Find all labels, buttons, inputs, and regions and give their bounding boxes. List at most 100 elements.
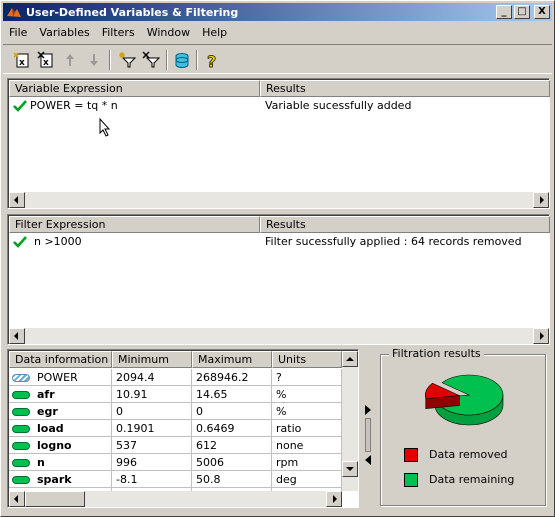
minimum-header[interactable]: Minimum <box>112 351 192 368</box>
scroll-left-button[interactable] <box>9 328 25 344</box>
menu-file[interactable]: File <box>3 26 33 39</box>
units-cell: none <box>272 437 342 454</box>
data-vertical-scrollbar[interactable] <box>342 351 358 491</box>
variable-name: load <box>37 422 64 435</box>
variable-pill-icon <box>12 374 30 382</box>
variable-name-cell: logno <box>9 437 112 454</box>
table-row[interactable]: spark -8.1 50.8 deg <box>9 471 342 488</box>
data-information-table: Data information Minimum Maximum Units P… <box>7 349 359 508</box>
toolbar-separator <box>109 50 111 70</box>
scroll-thumb[interactable] <box>25 491 85 507</box>
variable-pill-icon <box>12 459 30 467</box>
splitter-grip[interactable] <box>365 418 371 452</box>
variable-pill-icon <box>12 476 30 484</box>
variable-expression: POWER = tq * n <box>30 99 118 112</box>
toolbar-separator <box>196 50 198 70</box>
filter-expression-header[interactable]: Filter Expression <box>9 216 260 233</box>
variable-name-cell: egr <box>9 403 112 420</box>
table-row[interactable]: n 996 5006 rpm <box>9 454 342 471</box>
minimize-button[interactable]: _ <box>496 5 512 19</box>
scroll-up-button[interactable] <box>342 351 358 367</box>
variables-panel: Variable Expression Results POWER = tq *… <box>7 78 550 209</box>
splitter-right-arrow-icon[interactable] <box>365 405 371 415</box>
filter-result: Filter sucessfully applied : 64 records … <box>265 235 522 248</box>
database-icon[interactable] <box>171 49 193 71</box>
variable-name-cell: spark <box>9 471 112 488</box>
variable-pill-icon <box>12 425 30 433</box>
move-down-icon[interactable] <box>83 49 105 71</box>
new-variable-icon[interactable]: x <box>11 49 33 71</box>
minimum-cell: 10.91 <box>112 386 192 403</box>
scroll-right-button[interactable] <box>326 491 342 507</box>
table-row[interactable]: logno 537 612 none <box>9 437 342 454</box>
move-up-icon[interactable] <box>59 49 81 71</box>
minimum-cell: 0 <box>112 403 192 420</box>
maximum-cell: 0 <box>192 403 272 420</box>
variable-name: n <box>37 456 45 469</box>
title-bar[interactable]: User-Defined Variables & Filtering _ □ X <box>3 3 552 21</box>
filters-horizontal-scrollbar[interactable] <box>9 328 549 344</box>
variable-name: egr <box>37 405 58 418</box>
maximize-button[interactable]: □ <box>514 5 530 19</box>
table-row[interactable]: load 0.1901 0.6469 ratio <box>9 420 342 437</box>
maximum-cell: 50.8 <box>192 471 272 488</box>
svg-text:x: x <box>43 58 49 68</box>
data-removed-label: Data removed <box>429 448 508 461</box>
filter-results-header[interactable]: Results <box>260 216 550 233</box>
scroll-right-button[interactable] <box>533 328 549 344</box>
maximum-cell: 268946.2 <box>192 369 272 386</box>
checkmark-icon <box>13 100 27 112</box>
table-row[interactable]: afr 10.91 14.65% <box>9 386 342 403</box>
data-horizontal-scrollbar[interactable] <box>9 491 342 507</box>
panel-splitter[interactable] <box>363 348 375 508</box>
variable-name-cell: afr <box>9 386 112 403</box>
units-header[interactable]: Units <box>272 351 342 368</box>
scroll-right-button[interactable] <box>533 192 549 208</box>
units-cell: % <box>272 403 342 420</box>
close-button[interactable]: X <box>534 5 550 19</box>
variable-pill-icon <box>12 408 30 416</box>
variable-name-cell: POWER <box>9 369 112 386</box>
menu-filters[interactable]: Filters <box>96 26 141 39</box>
filters-panel: Filter Expression Results n >1000 Filter… <box>7 214 550 345</box>
menu-help[interactable]: Help <box>196 26 233 39</box>
variable-results-header[interactable]: Results <box>260 80 550 97</box>
new-filter-icon[interactable] <box>117 49 139 71</box>
data-removed-swatch <box>404 448 418 462</box>
mouse-cursor-icon <box>99 118 111 137</box>
splitter-left-arrow-icon[interactable] <box>365 455 371 465</box>
data-remaining-swatch <box>404 473 418 487</box>
delete-variable-icon[interactable]: x <box>35 49 57 71</box>
filtration-pie-chart <box>425 374 504 426</box>
variable-name: POWER <box>37 371 78 384</box>
filter-expression: n >1000 <box>34 235 82 248</box>
scroll-down-button[interactable] <box>342 461 358 477</box>
variable-name-cell: n <box>9 454 112 471</box>
data-remaining-label: Data remaining <box>429 473 515 486</box>
variables-horizontal-scrollbar[interactable] <box>9 192 549 208</box>
help-icon[interactable]: ? <box>201 49 223 72</box>
variable-result: Variable sucessfully added <box>265 99 412 112</box>
svg-text:x: x <box>19 58 25 68</box>
table-row[interactable]: egr 0 0% <box>9 403 342 420</box>
filtration-results-title: Filtration results <box>389 347 484 360</box>
delete-filter-icon[interactable] <box>141 49 163 71</box>
menu-window[interactable]: Window <box>141 26 196 39</box>
maximum-header[interactable]: Maximum <box>192 351 272 368</box>
minimum-cell: 0.1901 <box>112 420 192 437</box>
svg-text:?: ? <box>207 52 216 71</box>
toolbar: x x ? <box>3 44 552 74</box>
table-row[interactable]: POWER 2094.4 268946.2? <box>9 369 342 386</box>
variable-pill-icon <box>12 442 30 450</box>
toolbar-separator <box>166 50 168 70</box>
scroll-left-button[interactable] <box>9 192 25 208</box>
units-cell: ratio <box>272 420 342 437</box>
menu-bar: File Variables Filters Window Help <box>3 23 233 42</box>
scroll-left-button[interactable] <box>9 491 25 507</box>
menu-variables[interactable]: Variables <box>33 26 95 39</box>
main-window: User-Defined Variables & Filtering _ □ X… <box>0 0 555 517</box>
maximum-cell: 0.6469 <box>192 420 272 437</box>
units-cell: deg <box>272 471 342 488</box>
variable-expression-header[interactable]: Variable Expression <box>9 80 260 97</box>
data-information-header[interactable]: Data information <box>9 351 112 368</box>
